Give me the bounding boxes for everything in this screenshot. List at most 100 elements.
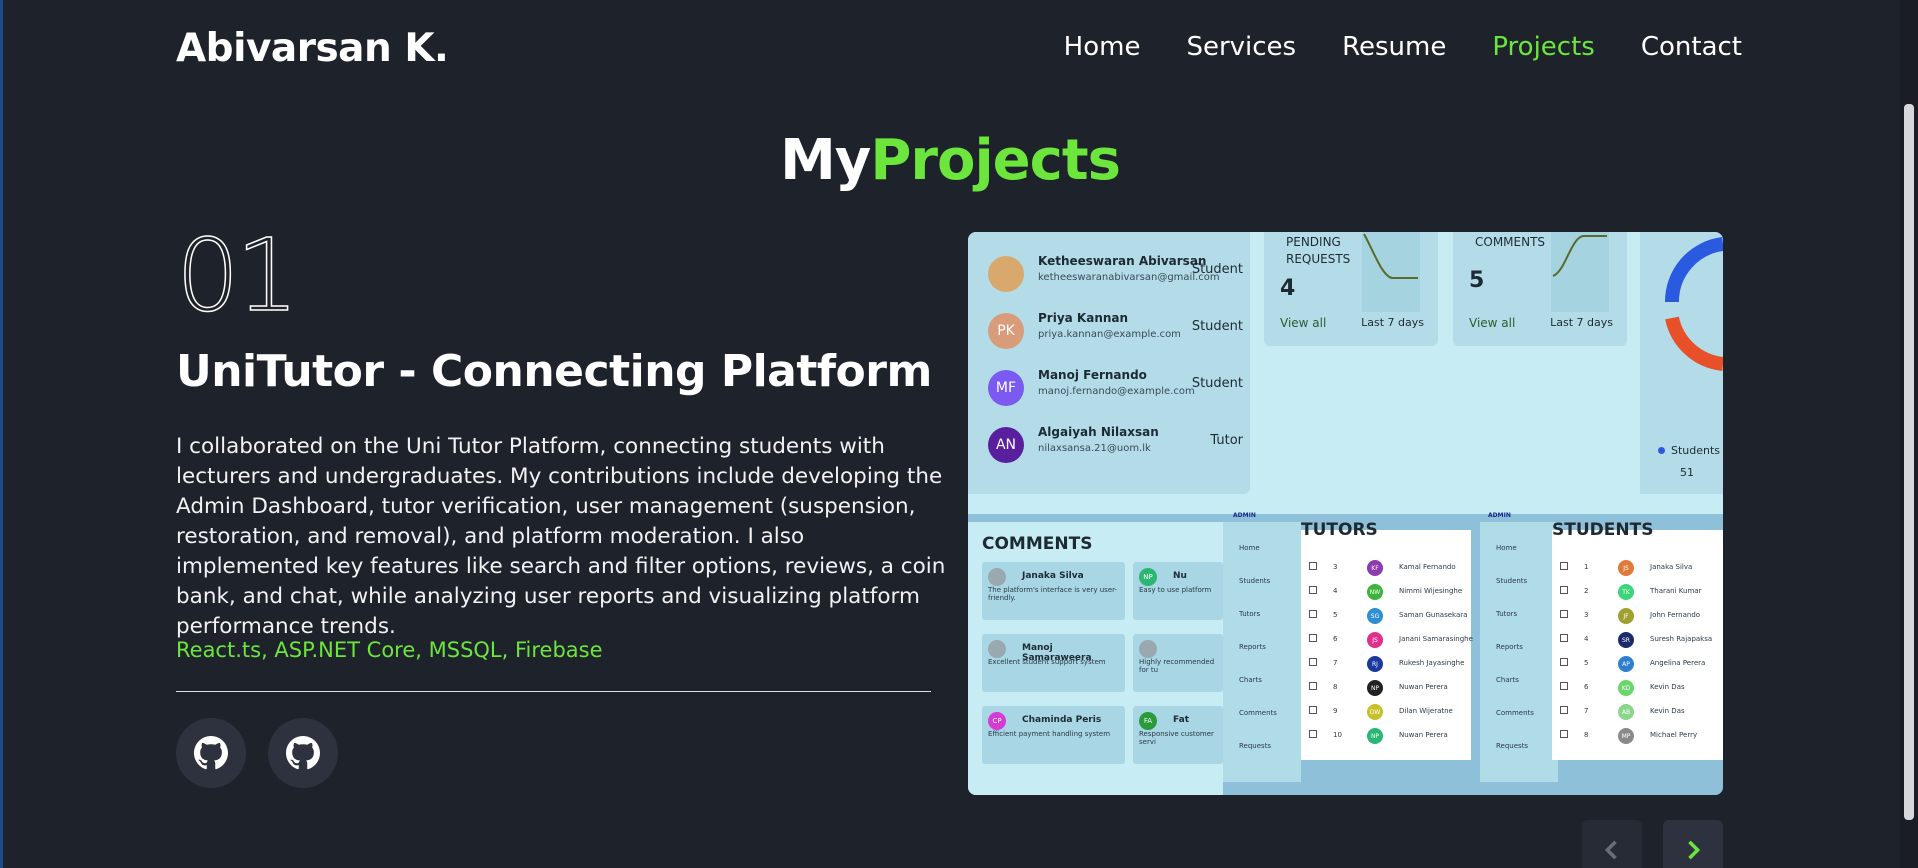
github-repo-button[interactable] [268,718,338,788]
table-row: 5 SG Saman Gunasekara [1309,608,1467,626]
comment-author: Nu [1173,571,1187,581]
avatar: SR [1618,632,1634,648]
user-name: Ketheeswaran Abivarsan [1038,254,1207,268]
row-name: Kevin Das [1650,707,1685,715]
user-role: Student [1191,376,1243,391]
section-title: MyProjects [0,128,1900,193]
side-nav-item: Charts [1496,676,1519,684]
nav-link-contact[interactable]: Contact [1641,32,1742,62]
user-role: Student [1191,262,1243,277]
comment-text: Excellent student support system [988,658,1106,666]
preview-pending-card: PENDING REQUESTS 4 View all Last 7 days [1264,232,1438,346]
scrollbar[interactable] [1900,0,1918,868]
comment-text: Easy to use platform [1139,586,1212,594]
row-name: John Fernando [1650,611,1701,619]
table-row: 9 DW Dilan Wijeratne [1309,704,1459,722]
table-row: 4 SR Suresh Rajapaksa [1560,632,1712,650]
row-id: 8 [1333,683,1338,691]
side-nav-item: Students [1239,577,1271,585]
row-id: 10 [1333,731,1342,739]
row-checkbox [1560,634,1568,642]
comment-card: FA Fat Responsive customer servi [1133,706,1223,764]
side-nav-item: Students [1496,577,1528,585]
stat-period: Last 7 days [1550,316,1613,329]
row-checkbox [1309,562,1317,570]
comment-text: Responsive customer servi [1139,730,1214,746]
row-name: Saman Gunasekara [1399,611,1468,619]
user-name: Algaiyah Nilaxsan [1038,425,1159,439]
row-name: Tharani Kumar [1650,587,1702,595]
row-checkbox [1309,634,1317,642]
avatar: AB [1618,704,1634,720]
row-name: Janaka Silva [1650,563,1693,571]
prev-project-button[interactable] [1582,820,1642,868]
avatar: NP [1367,680,1383,696]
row-id: 3 [1584,611,1589,619]
stat-label: PENDING REQUESTS [1286,235,1351,266]
table-row: 5 AP Angelina Perera [1560,656,1710,674]
nav-link-resume[interactable]: Resume [1342,32,1446,62]
row-name: Kevin Das [1650,683,1685,691]
table-row: 1 JS Janaka Silva [1560,560,1710,578]
avatar: AP [1618,656,1634,672]
avatar: MP [1618,728,1634,744]
row-name: Michael Perry [1650,731,1698,739]
donut-value: 51 [1680,466,1694,479]
nav-link-home[interactable]: Home [1064,32,1141,62]
table-row: 3 KF Kamal Fernando [1309,560,1459,578]
preview-comments-panel: COMMENTS Janaka Silva The platform's inte… [968,522,1223,795]
legend-dot [1658,447,1665,454]
avatar: RJ [1367,656,1383,672]
preview-students-panel: STUDENTS 1 JS Janaka Silva 2 TK Tharani Kumar… [1552,520,1723,760]
avatar [988,256,1024,292]
row-name: Kamal Fernando [1399,563,1456,571]
row-checkbox [1560,610,1568,618]
github-live-button[interactable] [176,718,246,788]
user-email: manoj.fernando@example.com [1038,386,1195,397]
row-checkbox [1560,706,1568,714]
scrollbar-thumb[interactable] [1904,104,1914,820]
row-id: 2 [1584,587,1589,595]
site-header: Abivarsan K. Home Services Resume Projects C… [176,24,1742,76]
avatar: SG [1367,608,1383,624]
side-nav-item: Requests [1239,742,1272,750]
avatar: NP [1367,728,1383,744]
row-id: 1 [1584,563,1589,571]
comment-text: The platform's interface is very user-fr… [988,586,1118,602]
github-icon [286,736,320,770]
sparkline [1551,232,1609,312]
preview-tutors-panel: TUTORS 3 KF Kamal Fernando 4 NW Nimmi Wijesin… [1301,520,1473,760]
row-checkbox [1309,682,1317,690]
comment-card: Manoj Samaraweera Excellent student suppo… [982,634,1125,692]
comment-author: Fat [1173,715,1189,725]
site-logo[interactable]: Abivarsan K. [176,26,449,71]
row-name: Janani Samarasinghe [1399,635,1473,643]
row-id: 6 [1333,635,1338,643]
table-row: 3 JF John Fernando [1560,608,1710,626]
avatar: KF [1367,560,1383,576]
row-checkbox [1560,658,1568,666]
table-row: 8 NP Nuwan Perera [1309,680,1459,698]
nav-link-services[interactable]: Services [1186,32,1296,62]
stat-view-all: View all [1469,316,1516,330]
project-title: UniTutor - Connecting Platform [176,346,932,397]
row-id: 4 [1333,587,1338,595]
comment-card: Highly recommended for tu [1133,634,1223,692]
side-nav-item: Comments [1239,709,1277,717]
avatar: MF [988,370,1024,406]
avatar: DW [1367,704,1383,720]
next-project-button[interactable] [1663,820,1723,868]
user-email: nilaxsansa.21@uom.lk [1038,443,1151,454]
row-id: 3 [1333,563,1338,571]
preview-side-nav: ADMIN Home Students Tutors Reports Charts Com… [1480,512,1558,782]
row-checkbox [1560,730,1568,738]
side-nav-item: Home [1239,544,1260,552]
main-nav: Home Services Resume Projects Contact [1064,32,1742,62]
row-checkbox [1560,682,1568,690]
panel-title: STUDENTS [1552,520,1654,540]
panel-title: COMMENTS [982,534,1093,554]
nav-link-projects[interactable]: Projects [1492,32,1595,62]
stat-view-all: View all [1280,316,1327,330]
row-name: Dilan Wijeratne [1399,707,1453,715]
avatar [1139,640,1157,658]
